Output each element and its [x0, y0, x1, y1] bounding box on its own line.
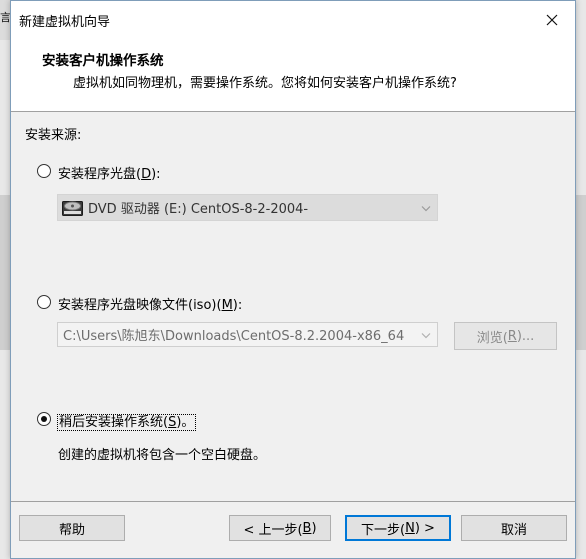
close-button[interactable] — [529, 1, 575, 39]
dvd-drive-select[interactable]: DVD 驱动器 (E:) CentOS-8-2-2004- — [57, 194, 438, 221]
page-subtitle: 虚拟机如同物理机，需要操作系统。您将如何安装客户机操作系统? — [73, 76, 457, 91]
install-source-label: 安装来源: — [25, 128, 82, 143]
wizard-header: 安装客户机操作系统 虚拟机如同物理机，需要操作系统。您将如何安装客户机操作系统? — [11, 39, 575, 112]
dvd-drive-icon — [62, 198, 83, 217]
iso-path-value: C:\Users\陈旭东\Downloads\CentOS-8.2.2004-x… — [63, 329, 405, 344]
chevron-down-icon — [421, 327, 431, 342]
install-later-label[interactable]: 稍后安装操作系统(S)。 — [56, 411, 197, 431]
install-iso-label[interactable]: 安装程序光盘映像文件(iso)(M): — [58, 294, 242, 313]
iso-path-combo[interactable]: C:\Users\陈旭东\Downloads\CentOS-8.2.2004-x… — [57, 322, 438, 347]
new-vm-wizard-dialog: 新建虚拟机向导 安装客户机操作系统 虚拟机如同物理机，需要操作系统。您将如何安装… — [10, 0, 576, 559]
radio-install-disc[interactable] — [37, 164, 51, 178]
page-title: 安装客户机操作系统 — [42, 53, 164, 69]
close-icon — [546, 14, 558, 26]
back-button[interactable]: < 上一步(B) — [229, 515, 331, 541]
radio-install-iso[interactable] — [37, 295, 51, 309]
cancel-button[interactable]: 取消 — [461, 515, 567, 541]
radio-install-later[interactable] — [37, 412, 51, 426]
window-title: 新建虚拟机向导 — [19, 15, 111, 30]
install-disc-label[interactable]: 安装程序光盘(D): — [58, 163, 161, 182]
help-button[interactable]: 帮助 — [19, 515, 125, 541]
divider — [11, 501, 575, 502]
background-window-edge-left — [0, 195, 10, 350]
title-bar: 新建虚拟机向导 — [11, 1, 575, 39]
dvd-drive-value: DVD 驱动器 (E:) CentOS-8-2-2004- — [88, 202, 309, 217]
chevron-down-icon — [421, 200, 431, 215]
browse-button[interactable]: 浏览(R)... — [454, 322, 557, 350]
install-later-description: 创建的虚拟机将包含一个空白硬盘。 — [58, 448, 267, 463]
next-button[interactable]: 下一步(N) > — [345, 515, 451, 541]
focus-outline: 稍后安装操作系统(S)。 — [56, 414, 197, 431]
